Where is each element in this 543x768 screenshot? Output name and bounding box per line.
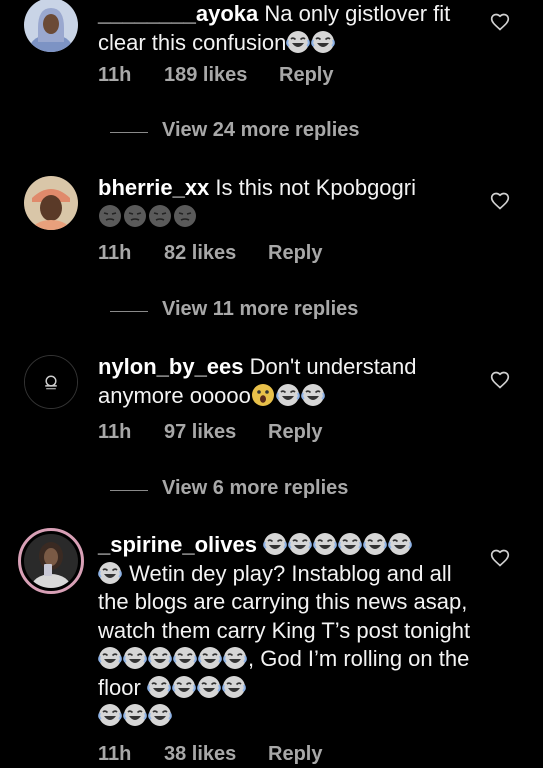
laugh-icon <box>98 561 122 585</box>
dark-face-icon <box>148 204 172 228</box>
comment-text: _spirine_olives Wetin dey play? Instablo… <box>98 531 483 731</box>
divider-line <box>110 311 148 312</box>
comment-likes[interactable]: 38 likes <box>164 743 236 766</box>
comment-likes[interactable]: 82 likes <box>164 242 236 265</box>
laugh-icon <box>388 532 412 556</box>
comment-username[interactable]: nylon_by_ees <box>98 354 244 379</box>
laugh-icon <box>286 30 311 54</box>
view-more-label[interactable]: View 24 more replies <box>162 119 360 142</box>
laugh-icon <box>147 675 171 699</box>
heart-icon[interactable] <box>490 548 510 568</box>
laugh-icon <box>338 532 362 556</box>
comment-time: 11h <box>98 743 132 765</box>
avatar-image <box>24 176 78 230</box>
heart-icon[interactable] <box>490 191 510 211</box>
comment-body: Is this not Kpobgogri <box>215 175 416 200</box>
laugh-icon <box>288 532 312 556</box>
comment-likes[interactable]: 97 likes <box>164 421 236 444</box>
laugh-icon <box>148 703 172 727</box>
view-more-label[interactable]: View 6 more replies <box>162 477 348 500</box>
laugh-icon <box>313 532 337 556</box>
heart-icon[interactable] <box>490 370 510 390</box>
laugh-icon <box>123 703 147 727</box>
comment-username[interactable]: ________ayoka <box>98 1 258 26</box>
comment-likes[interactable]: 189 likes <box>164 64 247 87</box>
dark-face-icon <box>173 204 197 228</box>
divider-line <box>110 132 148 133</box>
laugh-icon <box>363 532 387 556</box>
avatar[interactable] <box>24 176 78 230</box>
laugh-icon <box>173 646 197 670</box>
avatar-image <box>24 534 78 588</box>
laugh-icon <box>172 675 196 699</box>
laugh-icon <box>301 383 325 407</box>
laugh-icon <box>98 646 122 670</box>
laugh-icon <box>223 646 247 670</box>
comment-time: 11h <box>98 421 132 443</box>
laugh-icon <box>98 703 122 727</box>
avatar[interactable] <box>24 355 78 409</box>
comment-text: bherrie_xx Is this not Kpobgogri <box>98 174 478 231</box>
laugh-icon <box>148 646 172 670</box>
heart-icon[interactable] <box>490 12 510 32</box>
comment-time: 11h <box>98 242 132 264</box>
astonished-face-icon <box>251 383 275 407</box>
comment-text: ________ayoka Na only gistlover fit clea… <box>98 0 478 57</box>
reply-button[interactable]: Reply <box>268 743 322 766</box>
avatar-image <box>25 356 77 408</box>
comment-time: 11h <box>98 64 132 86</box>
avatar[interactable] <box>24 0 78 52</box>
laugh-icon <box>198 646 222 670</box>
laugh-icon <box>276 383 300 407</box>
laugh-icon <box>197 675 221 699</box>
laugh-icon <box>123 646 147 670</box>
view-more-label[interactable]: View 11 more replies <box>162 298 358 321</box>
comment-text: nylon_by_ees Don't understand anymore oo… <box>98 353 478 410</box>
comment-username[interactable]: bherrie_xx <box>98 175 209 200</box>
dark-face-icon <box>123 204 147 228</box>
laugh-icon <box>311 30 336 54</box>
comment-body: Wetin dey play? Instablog and all the bl… <box>98 560 471 643</box>
avatar[interactable] <box>18 528 84 594</box>
dark-face-icon <box>98 204 122 228</box>
laugh-icon <box>222 675 246 699</box>
divider-line <box>110 490 148 491</box>
reply-button[interactable]: Reply <box>268 242 322 265</box>
avatar-image <box>24 0 78 52</box>
reply-button[interactable]: Reply <box>279 64 333 87</box>
comment-username[interactable]: _spirine_olives <box>98 532 257 557</box>
laugh-icon <box>263 532 287 556</box>
reply-button[interactable]: Reply <box>268 421 322 444</box>
